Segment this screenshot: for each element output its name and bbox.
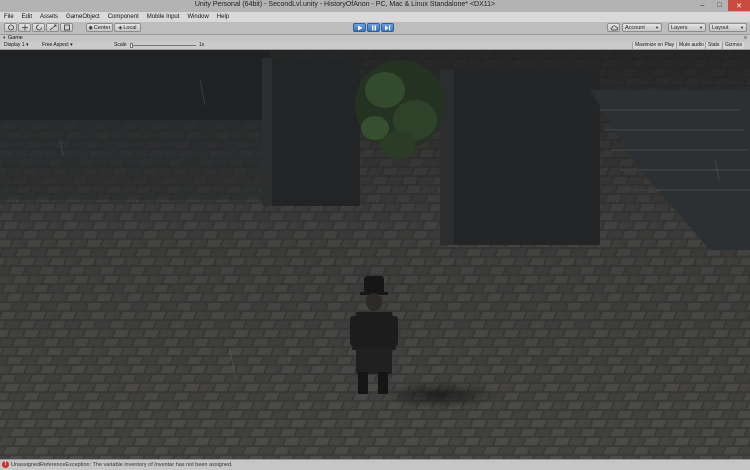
local-label: Local: [123, 24, 137, 31]
building-block: [440, 70, 600, 245]
pause-button[interactable]: [367, 23, 380, 32]
account-dropdown[interactable]: Account ▼: [622, 23, 662, 32]
stats-toggle[interactable]: Stats: [705, 42, 722, 49]
close-button[interactable]: ✕: [728, 0, 750, 11]
mute-audio-toggle[interactable]: Mute audio: [676, 42, 706, 49]
window-title: Unity Personal (64bit) - SecondLvl.unity…: [194, 1, 496, 8]
game-tab[interactable]: ◐ Game: [3, 35, 23, 42]
menu-bar: File Edit Assets GameObject Component Mo…: [0, 12, 750, 22]
game-tab-header: ◐ Game ≡: [0, 35, 750, 42]
menu-window[interactable]: Window: [183, 12, 212, 22]
maximize-on-play-toggle[interactable]: Maximize on Play: [632, 42, 677, 49]
center-icon: ◉: [88, 24, 93, 31]
chevron-down-icon: ▼: [740, 25, 744, 30]
center-label: Center: [93, 24, 111, 31]
minimize-button[interactable]: –: [694, 0, 711, 11]
error-icon: !: [2, 461, 9, 468]
rect-icon: [63, 24, 70, 31]
window-controls: – □ ✕: [694, 0, 750, 12]
chevron-down-icon: ▼: [655, 25, 659, 30]
move-icon: [21, 24, 28, 31]
play-button[interactable]: [353, 23, 366, 32]
game-tab-label: Game: [7, 35, 23, 41]
menu-assets[interactable]: Assets: [36, 12, 62, 22]
menu-edit[interactable]: Edit: [18, 12, 36, 22]
status-bar[interactable]: ! UnassignedReferenceException: The vari…: [0, 459, 750, 470]
toolbar: ◉ Center ◈ Local Account ▼ Layers ▼ Layout ▼: [0, 22, 750, 35]
display-dropdown[interactable]: Display 1 ▾: [4, 42, 28, 49]
scale-tool-button[interactable]: [46, 23, 59, 32]
move-tool-button[interactable]: [18, 23, 31, 32]
scale-slider-track[interactable]: [130, 45, 196, 46]
menu-help[interactable]: Help: [213, 12, 233, 22]
aspect-label: Free Aspect: [42, 42, 69, 48]
menu-gameobject[interactable]: GameObject: [62, 12, 104, 22]
rotate-icon: [35, 24, 42, 31]
step-icon: [385, 25, 391, 30]
hand-tool-button[interactable]: [4, 23, 17, 32]
layers-label: Layers: [671, 24, 688, 31]
scale-value: 1x: [199, 42, 205, 48]
menu-file[interactable]: File: [0, 12, 18, 22]
menu-mobile-input[interactable]: Mobile Input: [143, 12, 184, 22]
game-scene: [0, 50, 750, 459]
hand-icon: [7, 24, 14, 31]
rect-tool-button[interactable]: [60, 23, 73, 32]
layers-dropdown[interactable]: Layers ▼: [668, 23, 706, 32]
layout-label: Layout: [712, 24, 729, 31]
menu-component[interactable]: Component: [104, 12, 143, 22]
cloud-icon: [610, 24, 618, 30]
character-shadow: [380, 381, 500, 409]
aspect-dropdown[interactable]: Free Aspect ▾: [42, 42, 73, 49]
chevron-down-icon: ▼: [699, 25, 703, 30]
account-label: Account: [625, 24, 645, 31]
rotate-tool-button[interactable]: [32, 23, 45, 32]
game-view-toolbar: Display 1 ▾ Free Aspect ▾ Scale 1x Maxim…: [0, 42, 750, 50]
maximize-button[interactable]: □: [711, 0, 728, 11]
local-icon: ◈: [118, 24, 123, 31]
chevron-down-icon: ▾: [70, 42, 73, 48]
play-icon: [357, 25, 362, 30]
cloud-button[interactable]: [607, 23, 620, 32]
display-label: Display 1: [4, 42, 25, 48]
pivot-local-button[interactable]: ◈ Local: [114, 23, 141, 32]
pivot-center-button[interactable]: ◉ Center: [86, 23, 113, 32]
gizmos-dropdown[interactable]: Gizmos: [722, 42, 744, 49]
scale-icon: [49, 24, 56, 31]
game-viewport[interactable]: [0, 50, 750, 459]
scale-slider-handle[interactable]: [130, 43, 133, 48]
wall-left: [0, 50, 270, 120]
chevron-down-icon: ▾: [25, 42, 29, 48]
scale-label: Scale: [114, 42, 127, 48]
step-button[interactable]: [381, 23, 394, 32]
layout-dropdown[interactable]: Layout ▼: [709, 23, 747, 32]
pause-icon: [371, 25, 376, 30]
tab-menu-icon[interactable]: ≡: [744, 35, 747, 42]
building-pillar: [262, 58, 360, 206]
